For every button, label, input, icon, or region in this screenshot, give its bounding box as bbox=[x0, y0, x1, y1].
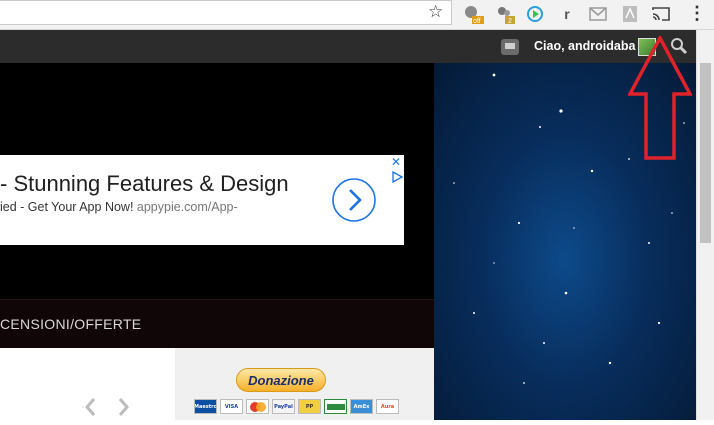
payment-methods: Maestro VISA PayPal PP AmEx Aura bbox=[194, 399, 399, 414]
extension-1-badge: off bbox=[473, 18, 481, 25]
chevron-right-icon[interactable] bbox=[331, 177, 377, 223]
cast-icon[interactable] bbox=[650, 3, 672, 25]
paypal-card-icon: PayPal bbox=[272, 399, 295, 414]
close-icon[interactable]: ✕ bbox=[391, 155, 401, 169]
ad-choices-icon[interactable] bbox=[391, 171, 403, 183]
chat-icon[interactable] bbox=[500, 38, 520, 56]
scrollbar-thumb[interactable] bbox=[700, 63, 711, 243]
ad-banner[interactable]: - Stunning Features & Design ied - Get Y… bbox=[0, 155, 404, 245]
maestro-card-icon: Maestro bbox=[194, 399, 217, 414]
r-extension-icon[interactable]: r bbox=[556, 3, 578, 25]
star-icon[interactable]: ☆ bbox=[428, 2, 443, 22]
extension-1-icon[interactable]: off bbox=[462, 3, 484, 25]
pdf-extension-icon[interactable] bbox=[619, 3, 641, 25]
nav-item-offerte[interactable]: CENSIONI/OFFERTE bbox=[0, 316, 141, 332]
mail-extension-icon[interactable] bbox=[587, 3, 609, 25]
ad-url[interactable]: appypie.com/App- bbox=[137, 200, 238, 214]
visa-card-icon: VISA bbox=[220, 399, 243, 414]
amex-card-icon: AmEx bbox=[350, 399, 373, 414]
page-scrollbar[interactable] bbox=[696, 30, 714, 420]
chevron-left-icon bbox=[85, 398, 96, 416]
donate-button[interactable]: Donazione bbox=[236, 368, 326, 392]
user-greeting[interactable]: Ciao, androidaba bbox=[534, 39, 635, 53]
bank-card-icon bbox=[324, 399, 347, 414]
mastercard-icon bbox=[246, 399, 269, 414]
red-arrow-annotation bbox=[628, 36, 692, 160]
ad-subtitle: ied - Get Your App Now! appypie.com/App- bbox=[0, 200, 238, 214]
slider-controls bbox=[82, 398, 129, 416]
address-bar[interactable] bbox=[0, 0, 452, 25]
play-extension-icon[interactable] bbox=[524, 3, 546, 25]
aura-card-icon: Aura bbox=[376, 399, 399, 414]
postepay-card-icon: PP bbox=[298, 399, 321, 414]
extension-2-badge: 2 bbox=[508, 18, 512, 25]
ad-title[interactable]: - Stunning Features & Design bbox=[0, 171, 289, 197]
extension-2-icon[interactable]: 2 bbox=[494, 3, 516, 25]
chevron-right-icon bbox=[118, 398, 129, 416]
main-nav: CENSIONI/OFFERTE bbox=[0, 299, 434, 349]
browser-menu-icon[interactable]: ⋮ bbox=[688, 2, 706, 24]
site-header: Ciao, androidaba bbox=[0, 30, 714, 63]
browser-toolbar: ☆ off 2 r ⋮ bbox=[0, 0, 714, 30]
